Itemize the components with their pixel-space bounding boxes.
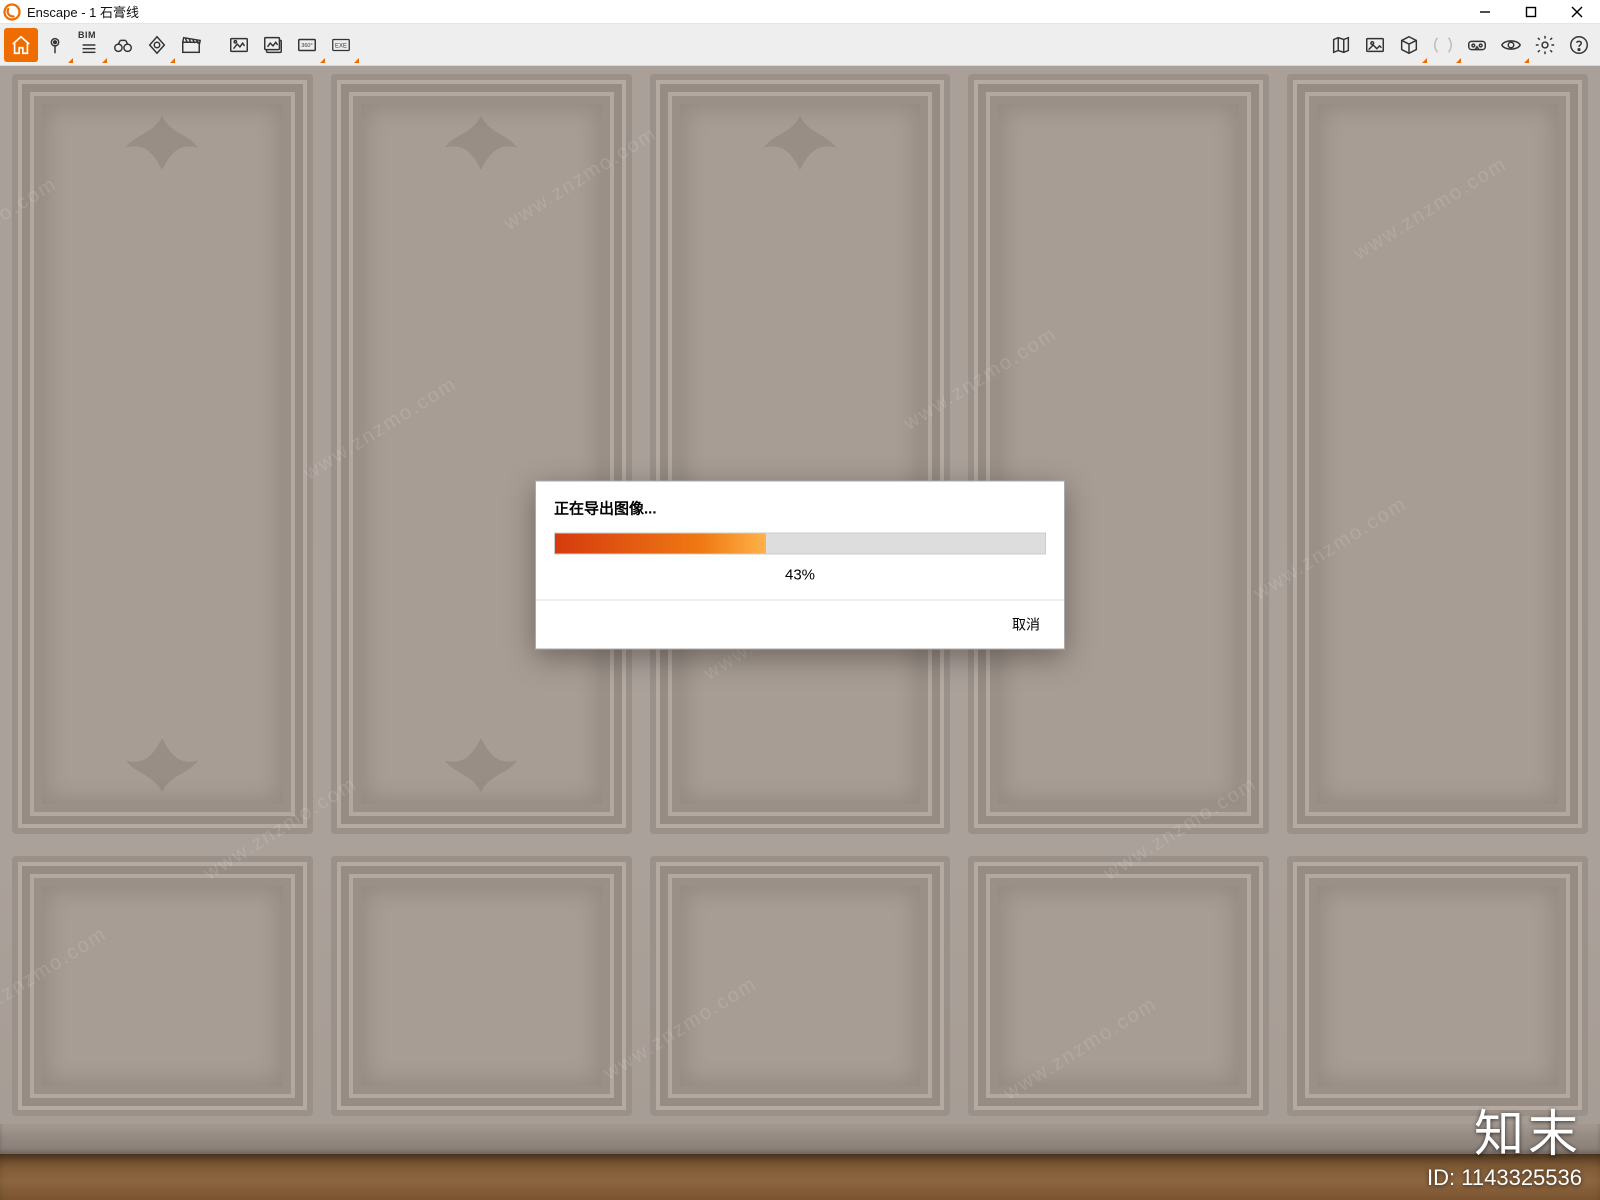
asset-library-icon[interactable] bbox=[1358, 28, 1392, 62]
exe-export-icon[interactable]: EXE bbox=[324, 28, 358, 62]
vr-icon[interactable] bbox=[1460, 28, 1494, 62]
progress-bar bbox=[554, 532, 1046, 554]
bim-mode-icon[interactable]: BIM bbox=[72, 28, 106, 62]
close-button[interactable] bbox=[1554, 0, 1600, 24]
titlebar: Enscape - 1 石膏线 bbox=[0, 0, 1600, 24]
wall-panel bbox=[12, 74, 313, 834]
safe-frame-icon[interactable] bbox=[140, 28, 174, 62]
wall-panel bbox=[1287, 856, 1588, 1116]
home-icon[interactable] bbox=[4, 28, 38, 62]
clapperboard-icon[interactable] bbox=[174, 28, 208, 62]
dialog-title: 正在导出图像... bbox=[554, 497, 1046, 518]
progress-fill bbox=[555, 533, 766, 553]
section-icon[interactable] bbox=[1426, 28, 1460, 62]
cube-icon[interactable] bbox=[1392, 28, 1426, 62]
help-icon[interactable] bbox=[1562, 28, 1596, 62]
binoculars-icon[interactable] bbox=[106, 28, 140, 62]
svg-text:EXE: EXE bbox=[335, 43, 347, 49]
wall-panel bbox=[1287, 74, 1588, 834]
eye-icon[interactable] bbox=[1494, 28, 1528, 62]
wall-panel bbox=[968, 856, 1269, 1116]
wall-panel bbox=[12, 856, 313, 1116]
map-icon[interactable] bbox=[1324, 28, 1358, 62]
wall-panel bbox=[331, 856, 632, 1116]
cancel-button[interactable]: 取消 bbox=[1006, 612, 1046, 636]
render-viewport[interactable]: www.znzmo.com www.znzmo.com www.znzmo.co… bbox=[0, 66, 1600, 1200]
window-title: Enscape - 1 石膏线 bbox=[27, 2, 1462, 21]
wall-panel bbox=[650, 856, 951, 1116]
panorama-icon[interactable]: 360° bbox=[290, 28, 324, 62]
wall-panel bbox=[331, 74, 632, 834]
settings-icon[interactable] bbox=[1528, 28, 1562, 62]
toolbar: BIM 360° EXE bbox=[0, 24, 1600, 66]
wall-panel bbox=[968, 74, 1269, 834]
export-progress-dialog: 正在导出图像... 43% 取消 bbox=[535, 480, 1065, 649]
pin-icon[interactable] bbox=[38, 28, 72, 62]
floor bbox=[0, 1154, 1600, 1200]
wall-panel bbox=[650, 74, 951, 834]
batch-render-icon[interactable] bbox=[256, 28, 290, 62]
screenshot-icon[interactable] bbox=[222, 28, 256, 62]
minimize-button[interactable] bbox=[1462, 0, 1508, 24]
svg-text:360°: 360° bbox=[301, 42, 312, 48]
baseboard bbox=[0, 1124, 1600, 1154]
enscape-logo-icon bbox=[3, 3, 21, 21]
maximize-button[interactable] bbox=[1508, 0, 1554, 24]
progress-percent-label: 43% bbox=[554, 566, 1046, 583]
